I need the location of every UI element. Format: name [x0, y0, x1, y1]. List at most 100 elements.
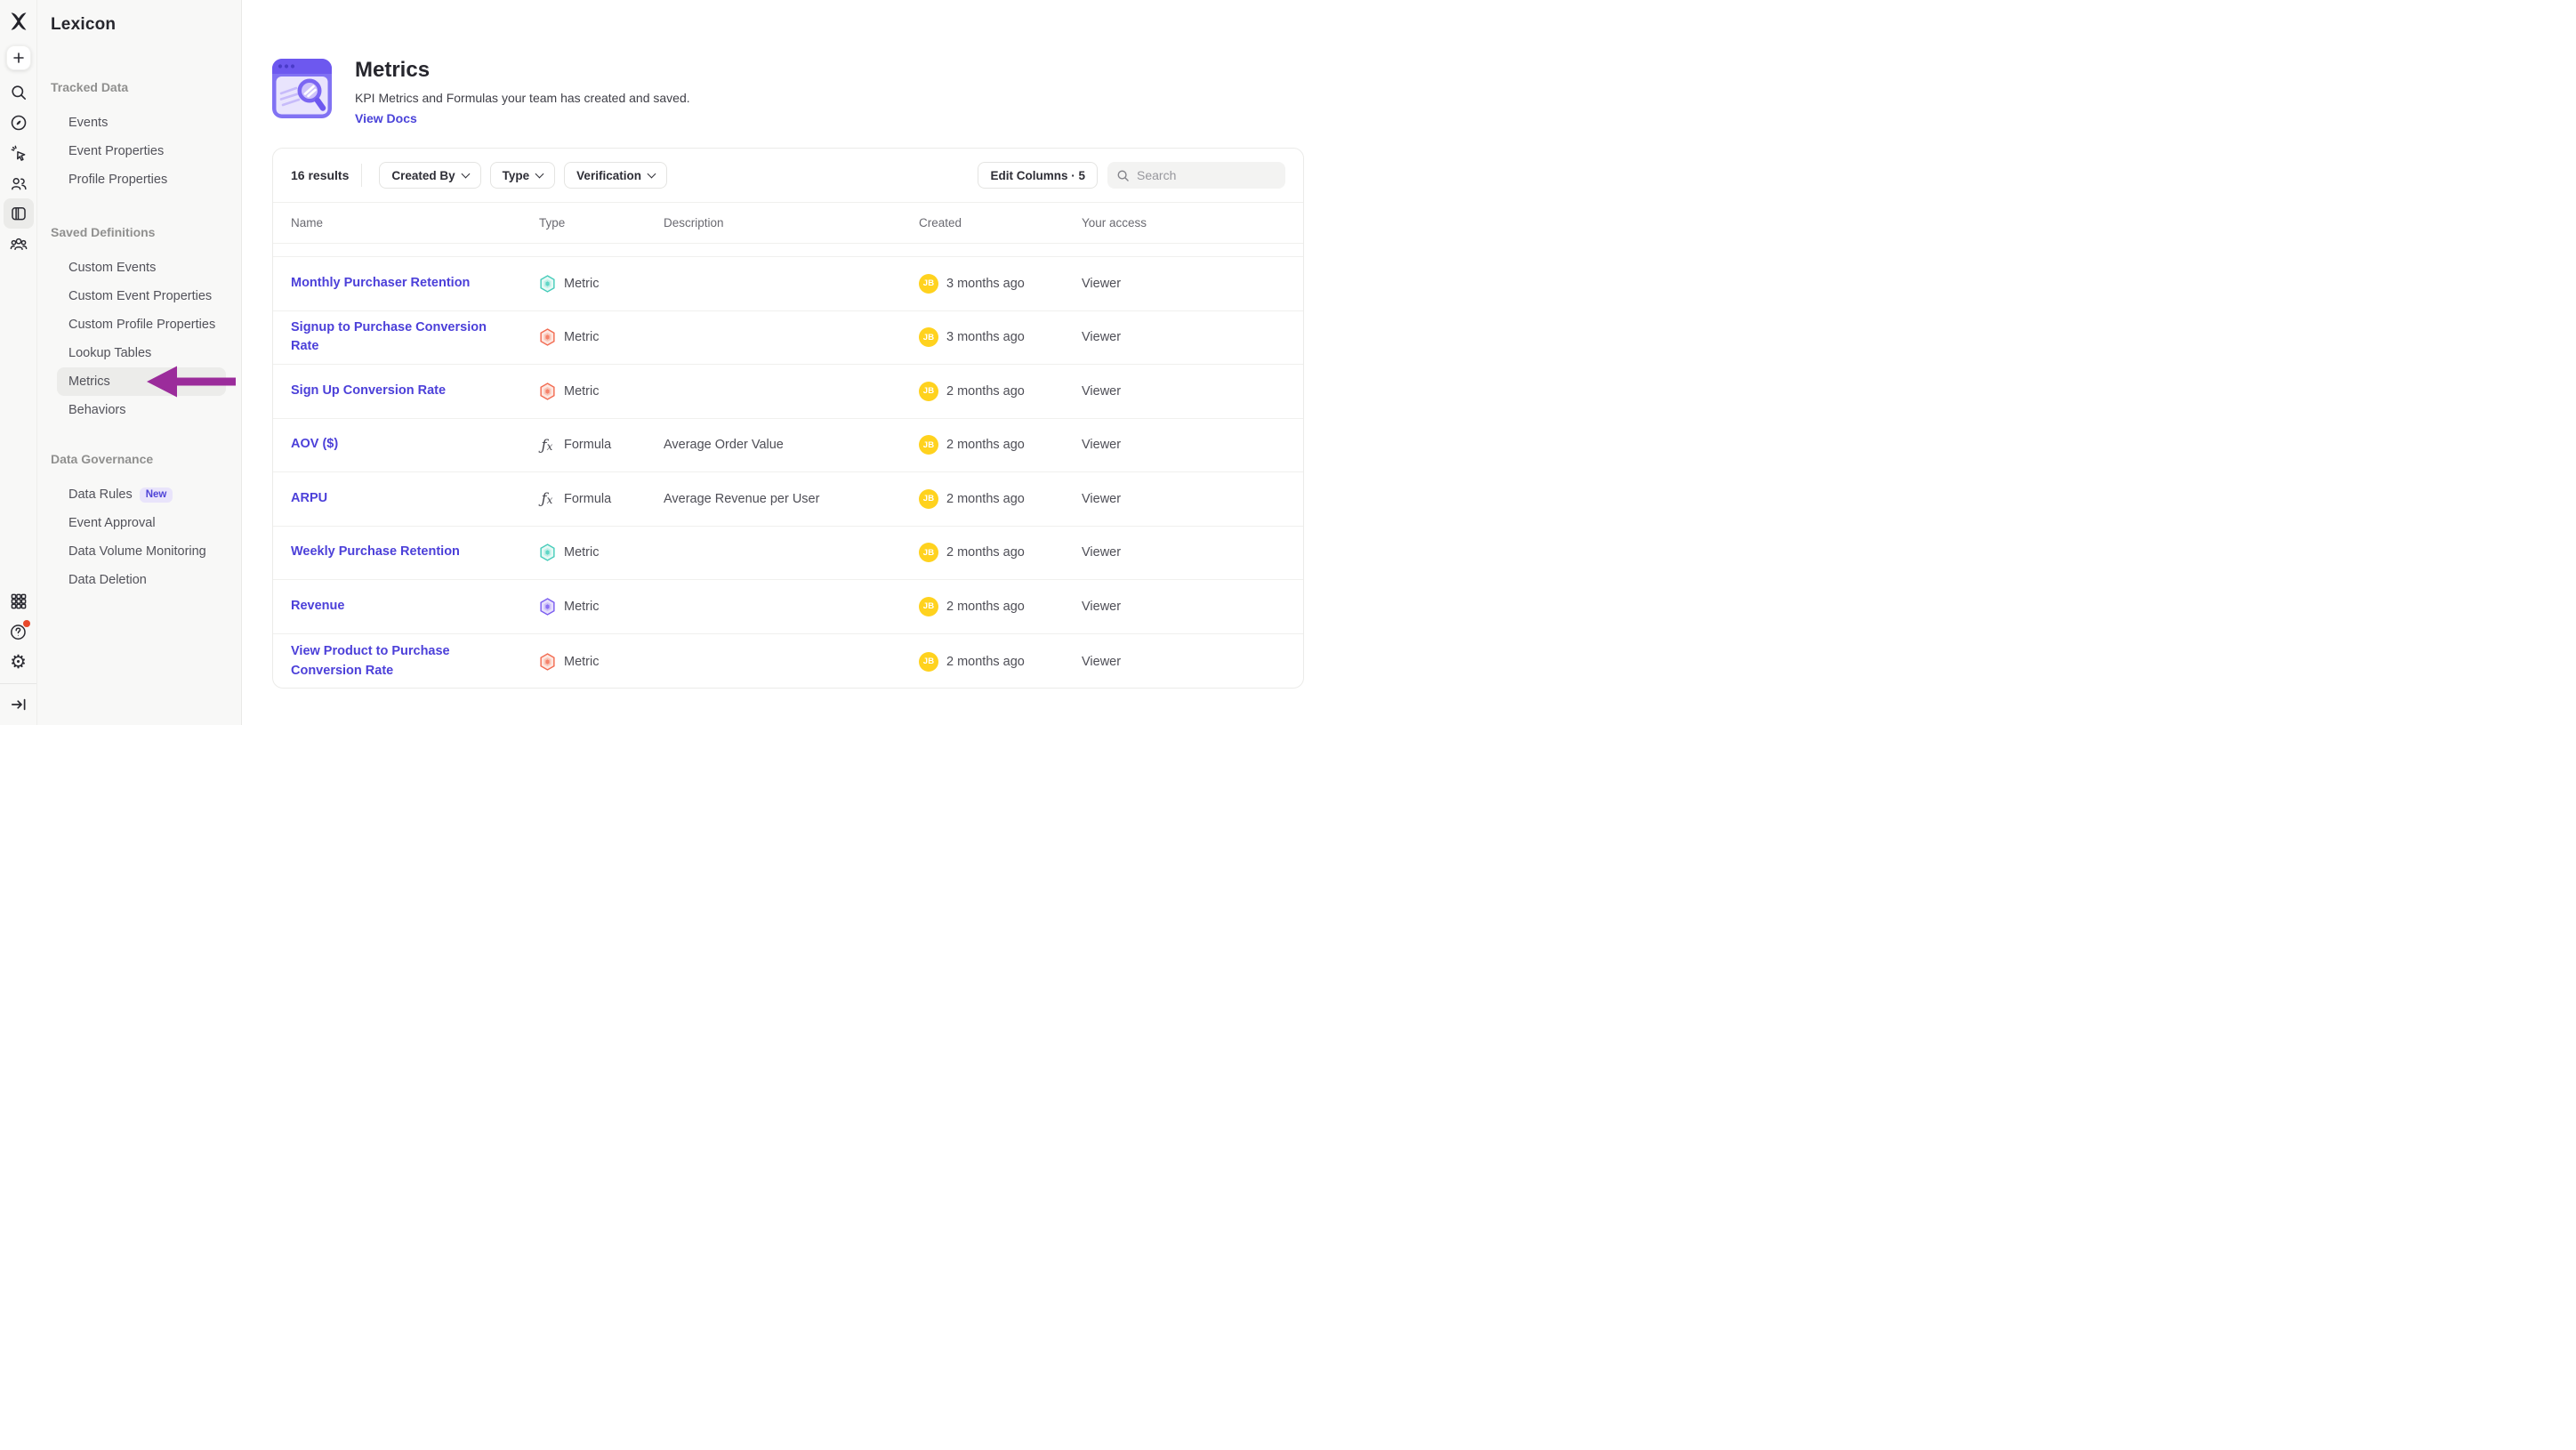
formula-icon: ƒx [539, 489, 555, 508]
table-row: ARPU ƒx Formula Average Revenue per User… [273, 472, 1303, 527]
page-header: Metrics KPI Metrics and Formulas your te… [270, 57, 690, 127]
created-time: 2 months ago [946, 438, 1025, 452]
column-type[interactable]: Type [539, 216, 664, 230]
access-level: Viewer [1082, 655, 1303, 669]
column-name[interactable]: Name [291, 216, 539, 230]
column-your-access[interactable]: Your access [1082, 216, 1303, 230]
table-row: View Product to Purchase Conversion Rate… [273, 634, 1303, 689]
access-level: Viewer [1082, 600, 1303, 614]
access-level: Viewer [1082, 545, 1303, 560]
help-icon[interactable] [4, 616, 34, 647]
sidebar-item-custom-profile-properties[interactable]: Custom Profile Properties [57, 310, 226, 339]
avatar: JB [919, 327, 938, 347]
table-row: AOV ($) ƒx Formula Average Order Value J… [273, 419, 1303, 473]
toolbar-divider [361, 164, 362, 187]
metric-name-link[interactable]: View Product to Purchase Conversion Rate [291, 644, 450, 678]
filter-button-verification[interactable]: Verification [564, 162, 667, 189]
access-level: Viewer [1082, 492, 1303, 506]
metric-name-link[interactable]: Signup to Purchase Conversion Rate [291, 320, 487, 354]
apps-grid-icon[interactable] [4, 586, 34, 616]
table-row: Sign Up Conversion Rate ƒx Metric JB 2 m… [273, 365, 1303, 419]
filter-button-created-by[interactable]: Created By [379, 162, 480, 189]
table-row: Revenue ƒx Metric JB 2 months ago Viewer [273, 580, 1303, 634]
table-row: Monthly Purchaser Retention ƒx Metric JB… [273, 257, 1303, 311]
avatar: JB [919, 435, 938, 455]
sidebar-item-custom-event-properties[interactable]: Custom Event Properties [57, 282, 226, 310]
sidebar-title: Lexicon [37, 0, 241, 35]
metric-hexagon-icon: ƒx [539, 597, 555, 616]
sidebar-item-events[interactable]: Events [57, 109, 226, 137]
created-time: 3 months ago [946, 330, 1025, 344]
table-body: Monthly Purchaser Retention ƒx Metric JB… [273, 257, 1303, 689]
created-time: 3 months ago [946, 277, 1025, 291]
sidebar-item-lookup-tables[interactable]: Lookup Tables [57, 339, 226, 367]
edit-columns-button[interactable]: Edit Columns · 5 [978, 162, 1098, 189]
metric-name-link[interactable]: AOV ($) [291, 437, 338, 451]
lexicon-sidebar: Lexicon Tracked Data Events Event Proper… [37, 0, 242, 725]
metric-hexagon-icon: ƒx [539, 274, 555, 293]
metric-name-link[interactable]: Weekly Purchase Retention [291, 544, 460, 559]
events-cursor-click-icon[interactable] [4, 138, 34, 168]
search-nav-icon[interactable] [4, 77, 34, 108]
avatar: JB [919, 489, 938, 509]
rail-divider [0, 683, 36, 684]
access-level: Viewer [1082, 277, 1303, 291]
metric-description: Average Revenue per User [664, 492, 919, 506]
metric-hexagon-icon: ƒx [539, 382, 555, 400]
sidebar-section-label: Tracked Data [51, 80, 241, 94]
access-level: Viewer [1082, 384, 1303, 399]
sidebar-item-event-properties[interactable]: Event Properties [57, 137, 226, 165]
partial-row [273, 244, 1303, 257]
created-time: 2 months ago [946, 492, 1025, 506]
sidebar-item-data-deletion[interactable]: Data Deletion [57, 566, 226, 594]
sidebar-item-profile-properties[interactable]: Profile Properties [57, 165, 226, 194]
metric-hexagon-icon: ƒx [539, 544, 555, 562]
page-title: Metrics [355, 58, 690, 83]
chevron-down-icon [648, 169, 656, 178]
created-time: 2 months ago [946, 655, 1025, 669]
avatar: JB [919, 543, 938, 562]
created-time: 2 months ago [946, 600, 1025, 614]
formula-icon: ƒx [539, 436, 555, 455]
settings-gear-icon[interactable]: ⚙ [4, 647, 34, 677]
chevron-down-icon [535, 169, 544, 178]
cohorts-people-icon[interactable] [4, 229, 34, 259]
new-badge: New [140, 487, 173, 503]
sidebar-item-data-volume-monitoring[interactable]: Data Volume Monitoring [57, 537, 226, 566]
table-column-header: Name Type Description Created Your acces… [273, 202, 1303, 244]
users-icon[interactable] [4, 168, 34, 198]
metric-name-link[interactable]: Monthly Purchaser Retention [291, 276, 470, 290]
metric-description: Average Order Value [664, 438, 919, 452]
access-level: Viewer [1082, 330, 1303, 344]
created-time: 2 months ago [946, 384, 1025, 399]
column-created[interactable]: Created [919, 216, 1082, 230]
metrics-table-card: 16 results Created By Type Verification … [272, 148, 1304, 689]
sidebar-item-behaviors[interactable]: Behaviors [57, 396, 226, 424]
sidebar-section-label: Data Governance [51, 452, 241, 466]
lexicon-panel-icon[interactable] [4, 198, 34, 229]
avatar: JB [919, 597, 938, 616]
collapse-sidebar-icon[interactable] [4, 689, 34, 720]
sidebar-item-event-approval[interactable]: Event Approval [57, 509, 226, 537]
notification-dot [23, 620, 30, 627]
column-description[interactable]: Description [664, 216, 919, 230]
table-row: Weekly Purchase Retention ƒx Metric JB 2… [273, 527, 1303, 581]
search-icon [1116, 169, 1130, 182]
sidebar-item-data-rules[interactable]: Data Rules New [57, 480, 226, 509]
view-docs-link[interactable]: View Docs [355, 111, 417, 125]
filter-buttons: Created By Type Verification [379, 162, 676, 189]
search-box[interactable] [1107, 162, 1285, 189]
filter-button-type[interactable]: Type [490, 162, 556, 189]
metric-hexagon-icon: ƒx [539, 652, 555, 671]
search-input[interactable] [1137, 168, 1261, 182]
avatar: JB [919, 274, 938, 294]
boards-compass-icon[interactable] [4, 108, 34, 138]
mixpanel-logo-icon[interactable] [8, 11, 29, 32]
metric-name-link[interactable]: Revenue [291, 599, 344, 613]
sidebar-item-custom-events[interactable]: Custom Events [57, 254, 226, 282]
metric-name-link[interactable]: ARPU [291, 491, 327, 505]
results-count: 16 results [291, 168, 349, 182]
chevron-down-icon [461, 169, 470, 178]
metric-name-link[interactable]: Sign Up Conversion Rate [291, 383, 446, 398]
create-new-button[interactable] [6, 45, 31, 70]
